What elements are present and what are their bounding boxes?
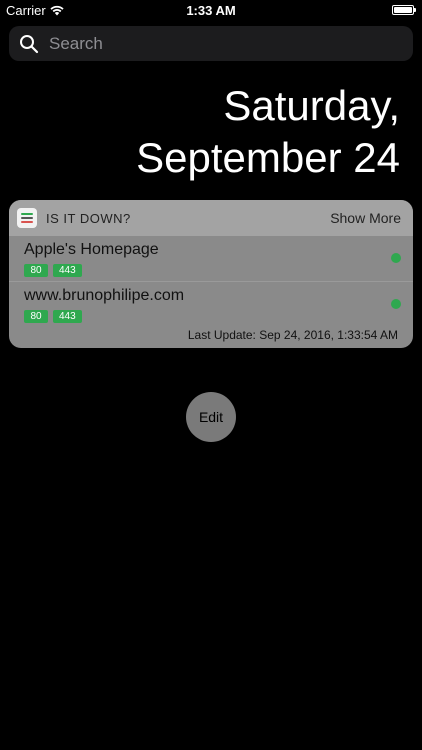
status-up-indicator bbox=[391, 253, 401, 263]
date-display: Saturday, September 24 bbox=[136, 80, 400, 184]
last-update-label: Last Update: Sep 24, 2016, 1:33:54 AM bbox=[187, 328, 398, 342]
site-row[interactable]: Apple's Homepage 80 443 bbox=[9, 236, 413, 281]
widget-header: IS IT DOWN? Show More bbox=[9, 200, 413, 236]
status-up-indicator bbox=[391, 299, 401, 309]
port-badge: 443 bbox=[53, 310, 82, 323]
search-input[interactable] bbox=[49, 33, 389, 54]
is-it-down-app-icon[interactable] bbox=[17, 208, 37, 228]
month-day-label: September 24 bbox=[136, 134, 400, 181]
status-bar: Carrier 1:33 AM bbox=[0, 0, 422, 22]
site-name: www.brunophilipe.com bbox=[24, 287, 185, 304]
port-list: 80 443 bbox=[24, 310, 397, 323]
clock: 1:33 AM bbox=[186, 3, 236, 18]
site-row[interactable]: www.brunophilipe.com 80 443 bbox=[9, 281, 413, 326]
port-list: 80 443 bbox=[24, 264, 397, 277]
battery-fill bbox=[394, 7, 412, 13]
search-bar[interactable] bbox=[9, 26, 413, 61]
edit-button[interactable]: Edit bbox=[186, 392, 236, 442]
site-name: Apple's Homepage bbox=[24, 241, 159, 258]
port-badge: 80 bbox=[24, 310, 48, 323]
is-it-down-widget: IS IT DOWN? Show More Apple's Homepage 8… bbox=[9, 200, 413, 348]
battery-icon bbox=[392, 5, 416, 15]
port-badge: 80 bbox=[24, 264, 48, 277]
show-more-button[interactable]: Show More bbox=[330, 210, 401, 226]
port-badge: 443 bbox=[53, 264, 82, 277]
search-icon bbox=[20, 34, 39, 53]
widget-title: IS IT DOWN? bbox=[46, 210, 131, 226]
weekday-label: Saturday, bbox=[223, 82, 400, 129]
